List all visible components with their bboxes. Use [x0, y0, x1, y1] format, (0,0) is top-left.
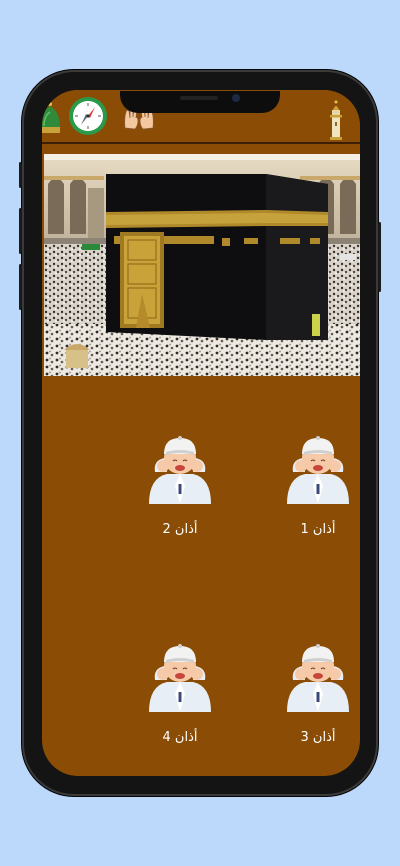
volume-down-button — [19, 264, 22, 310]
front-camera — [232, 94, 240, 102]
muezzin-icon — [149, 436, 211, 504]
azan-1-label: أذان 1 — [300, 522, 336, 537]
azan-2-item[interactable]: أذان 2 — [130, 428, 230, 537]
muezzin-icon — [287, 436, 349, 504]
phone-frame: أذان 1 أذان 2 أذان 3 أذان 4 — [19, 70, 381, 796]
kaaba-photo — [44, 154, 360, 376]
azan-4-label: أذان 4 — [162, 730, 198, 745]
app-screen: أذان 1 أذان 2 أذان 3 أذان 4 — [42, 90, 360, 776]
minaret-icon[interactable] — [328, 100, 344, 140]
muezzin-icon — [287, 644, 349, 712]
mute-switch — [19, 162, 22, 188]
azan-1-item[interactable]: أذان 1 — [268, 428, 360, 537]
azan-3-item[interactable]: أذان 3 — [268, 636, 360, 745]
muezzin-icon — [149, 644, 211, 712]
power-button — [378, 222, 381, 292]
azan-4-item[interactable]: أذان 4 — [130, 636, 230, 745]
azan-3-label: أذان 3 — [300, 730, 336, 745]
dome-icon[interactable] — [42, 100, 60, 136]
phone-notch — [120, 91, 280, 113]
speaker-grille — [180, 96, 218, 100]
volume-up-button — [19, 208, 22, 254]
azan-grid: أذان 1 أذان 2 أذان 3 أذان 4 — [42, 376, 360, 776]
azan-2-label: أذان 2 — [162, 522, 198, 537]
compass-icon[interactable] — [68, 96, 108, 136]
